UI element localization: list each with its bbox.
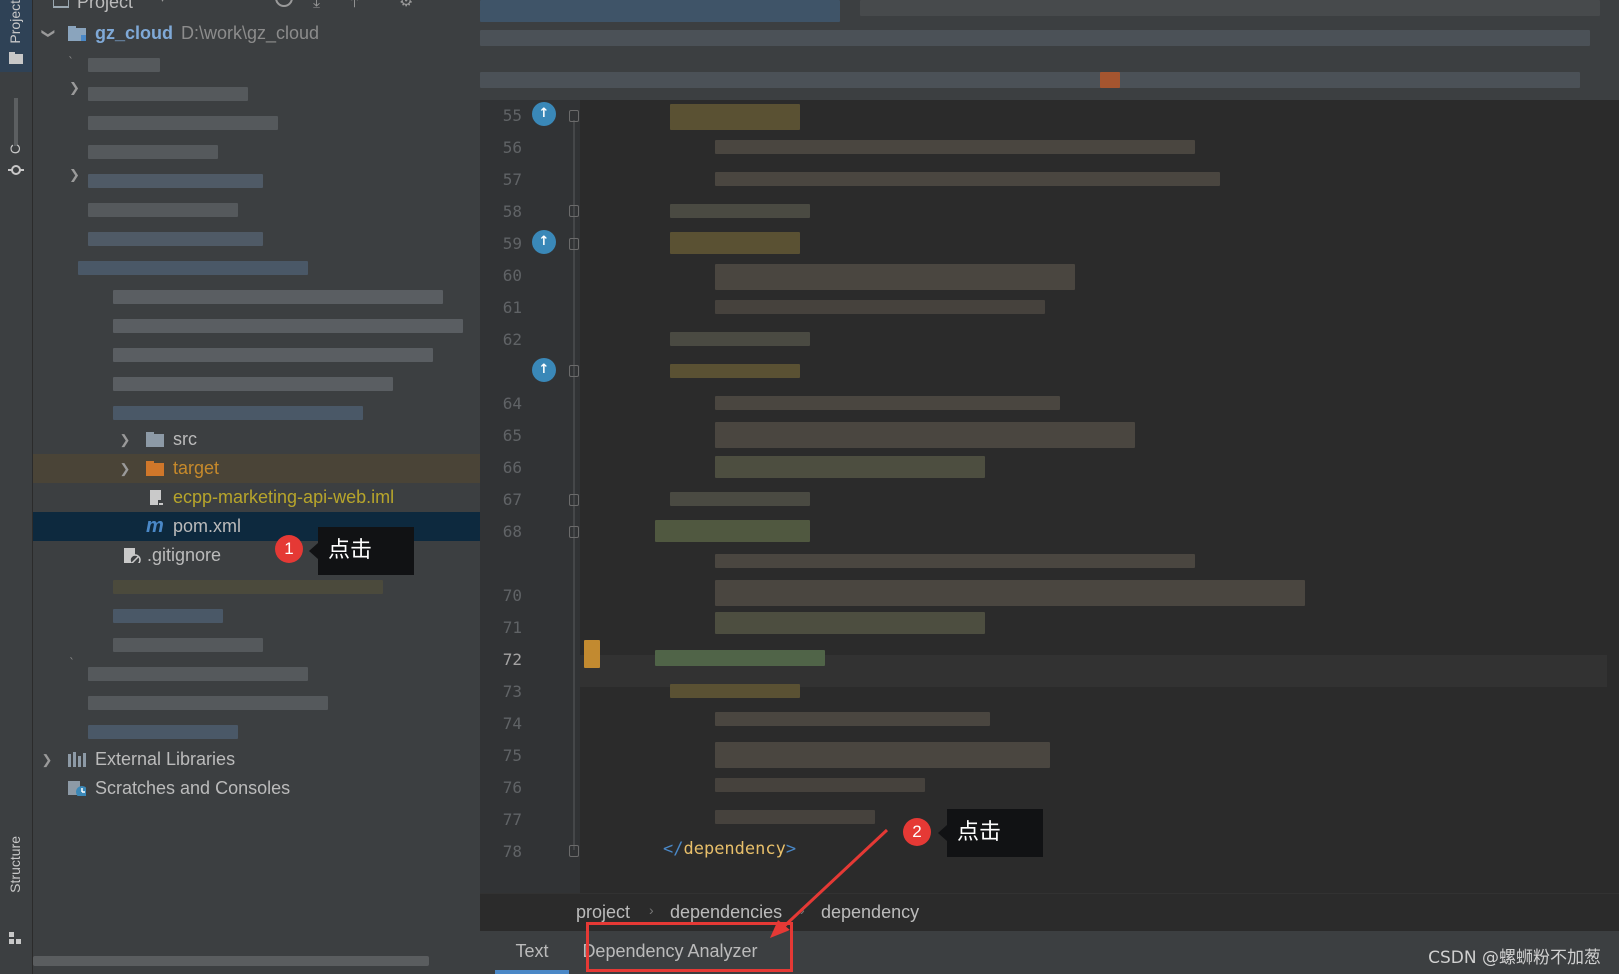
tree-row-root[interactable]: ❯ gz_cloud D:\work\gz_cloud xyxy=(33,19,480,48)
tree-row-external-libraries[interactable]: ❯ External Libraries xyxy=(33,745,480,774)
line-number: 75 xyxy=(502,746,522,765)
fold-marker-icon[interactable] xyxy=(569,845,579,857)
breadcrumb-separator-icon: › xyxy=(649,902,654,918)
line-number: 70 xyxy=(502,586,522,605)
fold-marker-icon[interactable] xyxy=(569,494,579,506)
line-number-current: 72 xyxy=(502,650,522,669)
annotation-badge-1: 1 xyxy=(275,535,303,563)
line-number: 57 xyxy=(502,170,522,189)
module-folder-icon xyxy=(68,26,86,41)
fold-marker-icon[interactable] xyxy=(569,365,579,377)
line-number: 77 xyxy=(502,810,522,829)
folder-excluded-icon xyxy=(146,461,164,476)
line-number: 58 xyxy=(502,202,522,221)
collapse-all-icon[interactable]: ⤒ xyxy=(351,0,358,12)
project-horizontal-scrollbar[interactable] xyxy=(33,956,429,966)
editor-tab-bar-blurred xyxy=(480,0,1619,100)
active-tab-indicator xyxy=(495,970,569,974)
watermark: CSDN @螺蛳粉不加葱 xyxy=(1428,948,1601,968)
fold-marker-icon[interactable] xyxy=(569,526,579,538)
chevron-down-icon[interactable]: ❯ xyxy=(35,26,64,42)
structure-tool-tab[interactable]: Structure xyxy=(0,836,32,946)
tree-label-iml: ecpp-marketing-api-web.iml xyxy=(173,487,395,507)
line-number: 56 xyxy=(502,138,522,157)
locate-file-icon[interactable] xyxy=(275,0,293,7)
fold-marker-icon[interactable] xyxy=(569,110,579,122)
tree-label-pom-xml: pom.xml xyxy=(173,516,242,536)
maven-navigate-icon[interactable]: ↑ xyxy=(532,358,556,382)
annotation-badge-2: 2 xyxy=(903,818,931,846)
chevron-right-icon[interactable]: ❯ xyxy=(117,425,133,454)
commit-icon xyxy=(8,165,24,175)
view-selector-chevron-icon[interactable]: ▾ xyxy=(159,0,166,6)
maven-navigate-icon[interactable]: ↑ xyxy=(532,102,556,126)
maven-m-icon: m xyxy=(146,515,164,537)
line-number: 66 xyxy=(502,458,522,477)
folder-icon xyxy=(146,432,164,447)
line-number: 60 xyxy=(502,266,522,285)
chevron-right-icon[interactable]: ❯ xyxy=(39,745,55,774)
structure-icon xyxy=(9,932,21,944)
project-panel: Project ▾ ⤓ ⤒ ⚙ ❯ gz_cloud D:\work\gz_cl… xyxy=(33,0,480,974)
tree-label-target: target xyxy=(173,458,220,478)
line-number: 61 xyxy=(502,298,522,317)
project-panel-title: Project xyxy=(77,0,134,12)
strip-scrollbar[interactable] xyxy=(14,98,18,146)
tree-label-scratches: Scratches and Consoles xyxy=(95,778,291,798)
line-number: 67 xyxy=(502,490,522,509)
tree-row-scratches[interactable]: Scratches and Consoles xyxy=(33,774,480,803)
chevron-right-icon[interactable]: ❯ xyxy=(117,454,133,483)
project-tool-tab-label: Project xyxy=(7,0,23,44)
tree-label-gitignore: .gitignore xyxy=(147,545,222,565)
project-view-icon xyxy=(53,0,69,8)
code-editor[interactable]: 55 56 57 58 59 60 61 62 64 65 66 67 68 7… xyxy=(480,0,1619,893)
ide-window: Project C Structure Project ▾ ⤓ ⤒ ⚙ ❯ xyxy=(0,0,1619,974)
line-number: 59 xyxy=(502,234,522,253)
annotation-callout-2: 点击 xyxy=(938,809,1043,857)
line-number: 71 xyxy=(502,618,522,637)
line-number: 76 xyxy=(502,778,522,797)
fold-marker-icon[interactable] xyxy=(569,238,579,250)
line-number: 78 xyxy=(502,842,522,861)
editor-vertical-scrollbar[interactable] xyxy=(1607,100,1619,893)
tab-text-label: Text xyxy=(515,941,549,961)
fold-guide xyxy=(573,120,575,850)
project-panel-header: Project ▾ ⤓ ⤒ ⚙ xyxy=(33,0,480,16)
gear-icon[interactable]: ⚙ xyxy=(399,0,413,10)
tree-label-external-libraries: External Libraries xyxy=(95,749,236,769)
tree-row-target[interactable]: ❯ target xyxy=(33,454,480,483)
fold-marker-icon[interactable] xyxy=(569,205,579,217)
line-number: 55 xyxy=(502,106,522,125)
structure-tool-tab-label: Structure xyxy=(7,836,23,893)
ignore-file-icon xyxy=(124,548,141,563)
line-number: 64 xyxy=(502,394,522,413)
line-number: 73 xyxy=(502,682,522,701)
tree-row-iml[interactable]: ecpp-marketing-api-web.iml xyxy=(33,483,480,512)
breadcrumb-item-project[interactable]: project xyxy=(576,902,630,923)
project-tool-tab[interactable]: Project xyxy=(0,0,32,72)
commit-tool-tab-label: C xyxy=(7,144,23,155)
left-tool-strip: Project C Structure xyxy=(0,0,33,974)
iml-file-icon xyxy=(150,490,163,505)
line-number: 62 xyxy=(502,330,522,349)
root-project-path: D:\work\gz_cloud xyxy=(181,23,320,43)
annotation-callout-1: 点击 xyxy=(309,527,414,575)
maven-navigate-icon[interactable]: ↑ xyxy=(532,230,556,254)
tab-text[interactable]: Text xyxy=(495,931,569,974)
tree-label-src: src xyxy=(173,429,197,449)
scratches-icon xyxy=(68,781,86,796)
root-project-name: gz_cloud xyxy=(95,23,174,43)
line-number: 74 xyxy=(502,714,522,733)
annotation-highlight-box xyxy=(586,922,793,972)
line-number: 68 xyxy=(502,522,522,541)
library-icon xyxy=(68,752,86,767)
commit-tool-tab[interactable]: C xyxy=(0,140,32,180)
folder-icon xyxy=(9,52,23,64)
tree-row-src[interactable]: ❯ src xyxy=(33,425,480,454)
line-number: 65 xyxy=(502,426,522,445)
expand-all-icon[interactable]: ⤓ xyxy=(313,0,320,12)
